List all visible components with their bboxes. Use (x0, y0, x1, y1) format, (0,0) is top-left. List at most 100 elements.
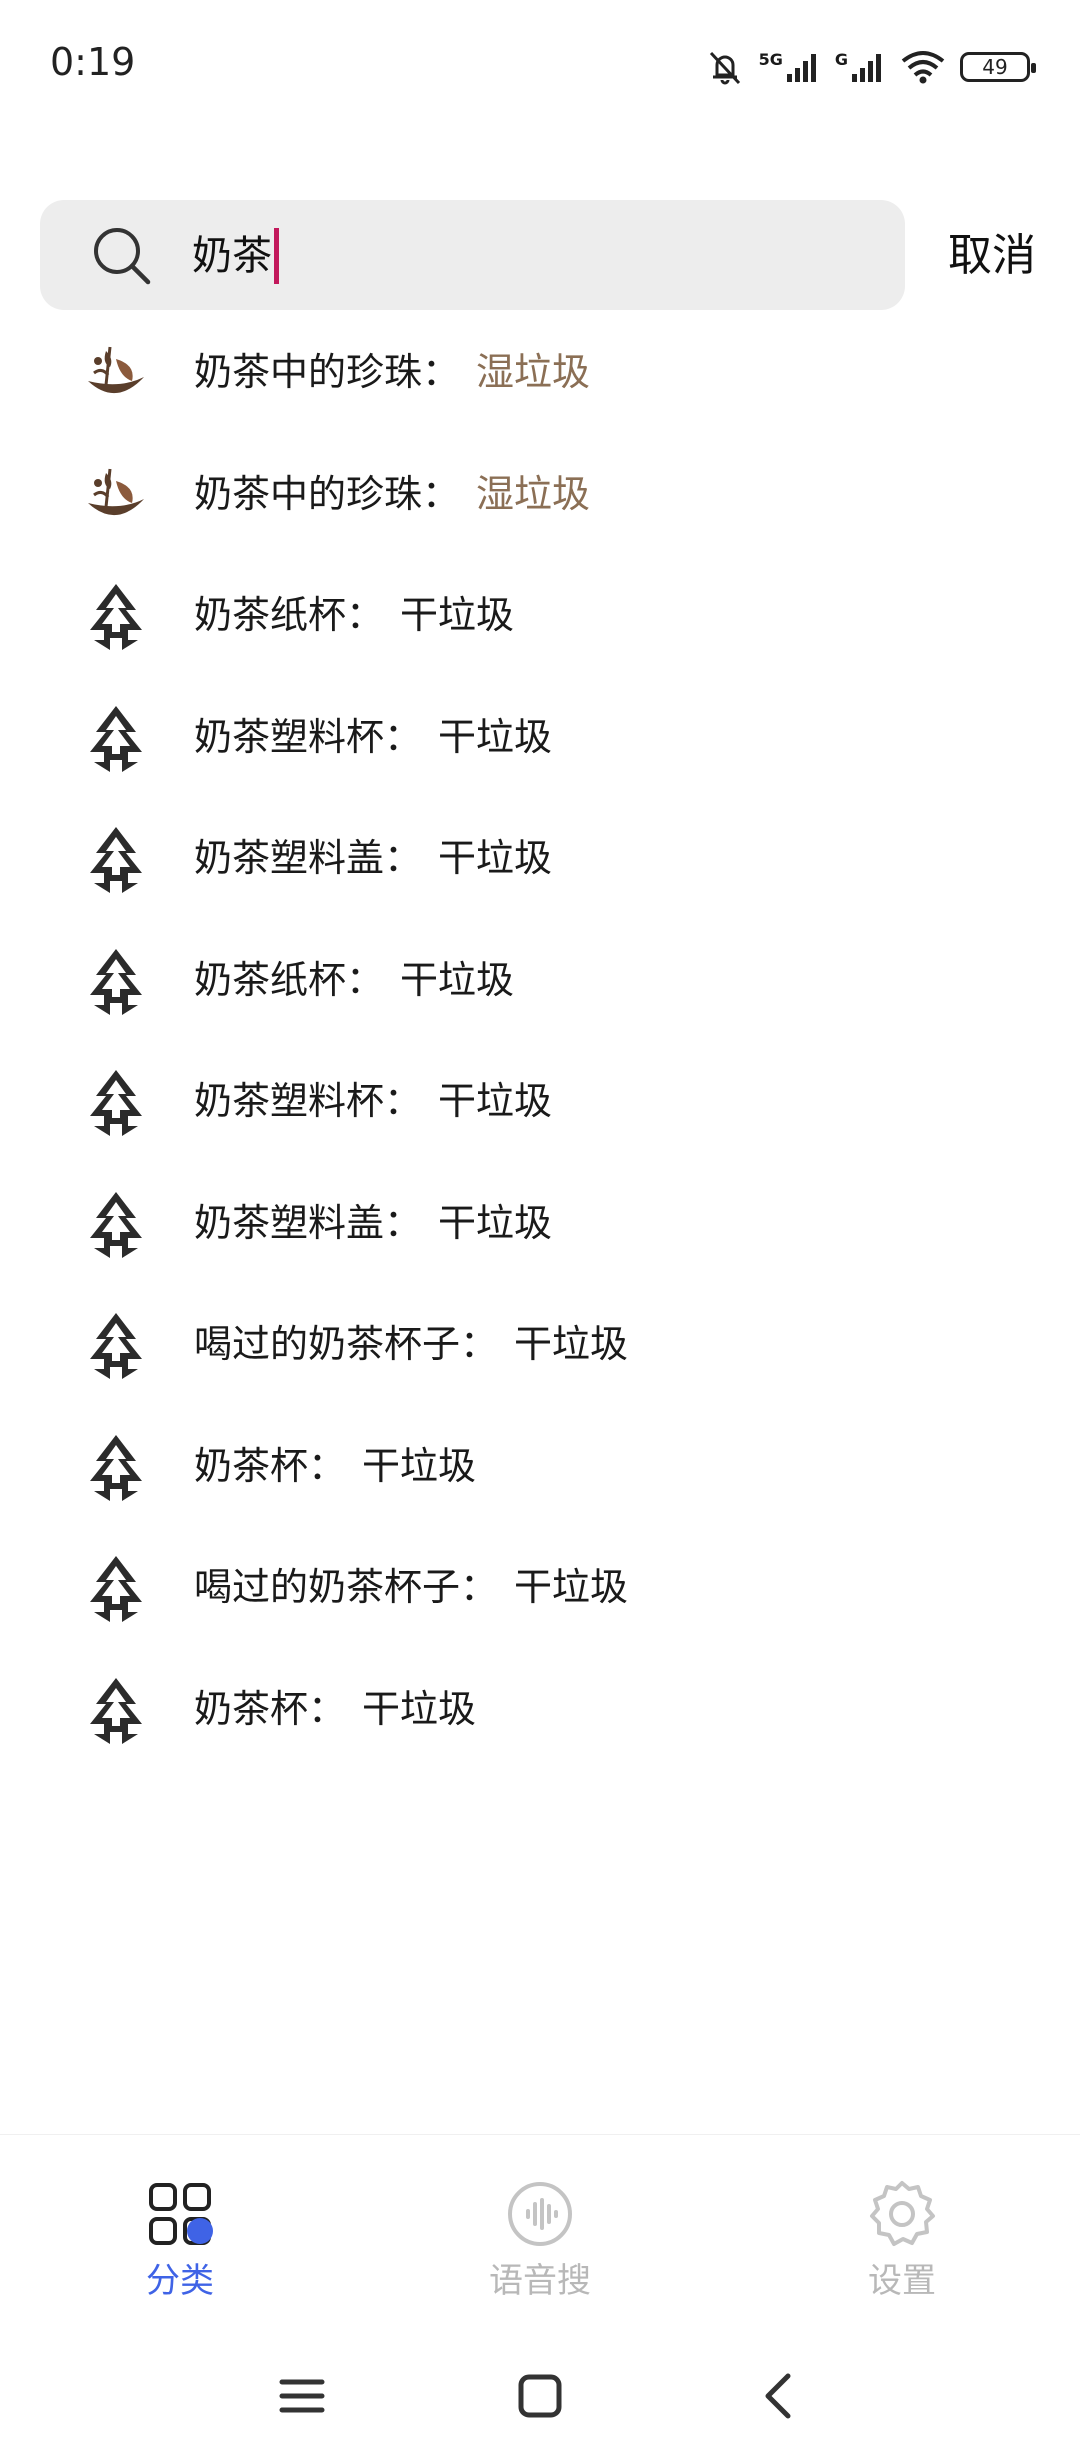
search-input[interactable]: 奶茶 (40, 200, 905, 310)
list-item[interactable]: 奶茶杯： 干垃圾 (0, 1405, 1080, 1527)
result-name: 奶茶中的珍珠 (194, 350, 423, 394)
tab-voice-search[interactable]: 语音搜 (450, 2179, 630, 2302)
result-separator: ： (346, 593, 385, 637)
bell-muted-icon (709, 51, 740, 85)
wet-waste-icon (88, 468, 144, 515)
tab-classify[interactable]: 分类 (90, 2179, 270, 2302)
result-name: 喝过的奶茶杯子 (194, 1565, 461, 1609)
result-name: 奶茶杯 (194, 1443, 309, 1488)
wifi-icon (901, 51, 945, 84)
result-name: 奶茶塑料杯 (194, 714, 385, 759)
voice-icon (508, 2182, 572, 2246)
result-separator: ： (384, 1200, 423, 1245)
list-item[interactable]: 奶茶杯： 干垃圾 (0, 1648, 1080, 1770)
list-item[interactable]: 喝过的奶茶杯子： 干垃圾 (0, 1283, 1080, 1405)
network-type-label: 5G (758, 50, 783, 69)
result-name: 奶茶塑料杯 (194, 1079, 385, 1123)
result-category: 干垃圾 (362, 1443, 477, 1488)
dry-waste-icon (90, 827, 142, 893)
dry-waste-icon (90, 1313, 142, 1379)
system-nav-bar (0, 2324, 1080, 2460)
result-category: 干垃圾 (438, 714, 553, 759)
result-category: 干垃圾 (400, 957, 515, 1002)
result-separator: ： (422, 471, 461, 516)
result-text: 奶茶杯： 干垃圾 (194, 1439, 476, 1493)
signal-5g: 5G (759, 50, 821, 84)
result-separator: ： (460, 1565, 499, 1609)
dry-waste-icon (90, 1434, 142, 1501)
menu-icon[interactable] (272, 2366, 332, 2426)
list-item[interactable]: 奶茶中的珍珠： 湿垃圾 (0, 433, 1080, 555)
tab-label: 设置 (868, 2261, 936, 2301)
list-item[interactable]: 奶茶塑料盖： 干垃圾 (0, 797, 1080, 919)
result-text: 奶茶纸杯： 干垃圾 (194, 953, 514, 1007)
result-category: 干垃圾 (438, 1200, 553, 1245)
result-separator: ： (384, 836, 423, 880)
result-category: 干垃圾 (514, 1565, 629, 1609)
search-text: 奶茶 (192, 233, 272, 279)
signal-icon (786, 54, 816, 82)
dry-waste-icon (90, 1070, 142, 1136)
text-caret (274, 228, 279, 284)
result-name: 喝过的奶茶杯子 (194, 1322, 461, 1366)
dry-waste-icon (90, 1677, 142, 1744)
result-category: 干垃圾 (438, 836, 553, 880)
result-separator: ： (308, 1686, 347, 1731)
list-item[interactable]: 奶茶纸杯： 干垃圾 (0, 554, 1080, 676)
grid-icon (149, 2183, 213, 2245)
gear-icon (870, 2181, 935, 2246)
wet-waste-icon (88, 346, 144, 394)
list-item[interactable]: 喝过的奶茶杯子： 干垃圾 (0, 1526, 1080, 1648)
cancel-button[interactable]: 取消 (948, 228, 1036, 284)
result-text: 喝过的奶茶杯子： 干垃圾 (194, 1317, 628, 1371)
result-name: 奶茶塑料盖 (194, 1200, 385, 1245)
status-icons: 5G G 49 (705, 42, 1036, 92)
result-separator: ： (384, 714, 423, 759)
result-category: 干垃圾 (514, 1322, 629, 1366)
result-text: 奶茶纸杯： 干垃圾 (194, 588, 514, 642)
dry-waste-icon (90, 948, 142, 1015)
list-item[interactable]: 奶茶塑料杯： 干垃圾 (0, 1040, 1080, 1162)
battery-icon: 49 (960, 52, 1036, 82)
dry-waste-icon (90, 705, 142, 772)
list-item[interactable]: 奶茶塑料杯： 干垃圾 (0, 676, 1080, 798)
search-value[interactable]: 奶茶 (192, 228, 279, 284)
result-text: 奶茶塑料盖： 干垃圾 (194, 1196, 552, 1250)
dry-waste-icon (90, 1556, 142, 1622)
dry-waste-icon (90, 584, 142, 650)
search-icon (94, 228, 151, 285)
list-item[interactable]: 奶茶塑料盖： 干垃圾 (0, 1162, 1080, 1284)
status-time: 0:19 (50, 40, 136, 84)
signal-g: G (835, 50, 886, 84)
result-text: 奶茶塑料杯： 干垃圾 (194, 710, 552, 764)
tab-settings[interactable]: 设置 (812, 2179, 992, 2302)
result-text: 奶茶塑料盖： 干垃圾 (194, 831, 552, 885)
list-item[interactable]: 奶茶中的珍珠： 湿垃圾 (0, 311, 1080, 433)
list-item[interactable]: 奶茶纸杯： 干垃圾 (0, 919, 1080, 1041)
battery-level: 49 (982, 55, 1008, 79)
result-category: 干垃圾 (362, 1686, 477, 1731)
result-text: 奶茶杯： 干垃圾 (194, 1682, 476, 1736)
result-separator: ： (384, 1079, 423, 1123)
result-category: 湿垃圾 (476, 471, 591, 516)
result-name: 奶茶纸杯 (194, 593, 347, 637)
signal-icon (852, 54, 881, 82)
result-name: 奶茶杯 (194, 1686, 309, 1731)
dry-waste-icon (90, 1191, 142, 1258)
result-category: 湿垃圾 (476, 350, 591, 394)
result-category: 干垃圾 (400, 593, 515, 637)
result-separator: ： (308, 1443, 347, 1488)
status-bar: 0:19 5G G 49 (0, 0, 1080, 130)
result-text: 喝过的奶茶杯子： 干垃圾 (194, 1560, 628, 1614)
result-separator: ： (460, 1322, 499, 1366)
bottom-nav: 分类 语音搜 设置 (0, 2134, 1080, 2325)
back-icon[interactable] (750, 2366, 810, 2426)
results-list: 奶茶中的珍珠： 湿垃圾 奶茶中的珍珠： 湿垃圾 奶茶纸杯： 干垃圾 奶茶塑料杯： 干垃圾 奶茶塑… (0, 311, 1080, 1769)
result-text: 奶茶中的珍珠： 湿垃圾 (194, 467, 590, 521)
result-text: 奶茶中的珍珠： 湿垃圾 (194, 345, 590, 399)
home-icon[interactable] (510, 2366, 570, 2426)
result-separator: ： (346, 957, 385, 1002)
tab-label: 分类 (146, 2261, 214, 2301)
result-separator: ： (422, 350, 461, 394)
result-category: 干垃圾 (438, 1079, 553, 1123)
